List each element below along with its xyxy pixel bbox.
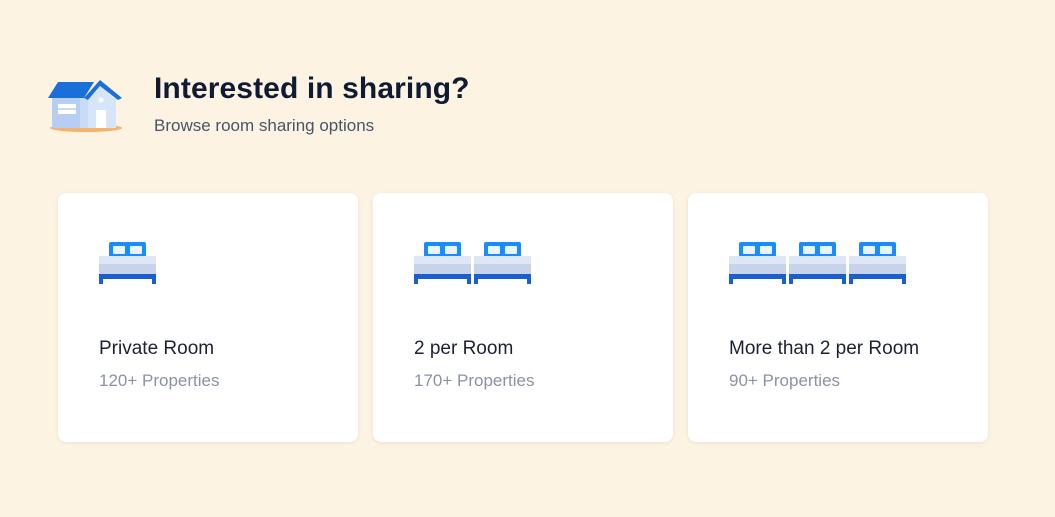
bed-icons xyxy=(414,242,531,284)
option-title: More than 2 per Room xyxy=(729,338,920,359)
house-icon xyxy=(48,80,122,132)
option-property-count: 170+ Properties xyxy=(414,371,535,390)
bed-icon xyxy=(474,242,531,284)
sharing-options: Private Room 120+ Properties 2 per Room … xyxy=(58,193,988,442)
bed-icons xyxy=(99,242,156,284)
option-property-count: 120+ Properties xyxy=(99,371,220,390)
section-title: Interested in sharing? xyxy=(154,72,470,105)
option-title: Private Room xyxy=(99,338,215,359)
option-card-private-room[interactable]: Private Room 120+ Properties xyxy=(58,193,358,442)
option-card-more-than-2-per-room[interactable]: More than 2 per Room 90+ Properties xyxy=(688,193,988,442)
bed-icon xyxy=(789,242,846,284)
bed-icon xyxy=(729,242,786,284)
option-property-count: 90+ Properties xyxy=(729,371,841,390)
bed-icon xyxy=(849,242,906,284)
bed-icons xyxy=(729,242,906,284)
bed-icon xyxy=(99,242,156,284)
bed-icon xyxy=(414,242,471,284)
section-header: Interested in sharing? Browse room shari… xyxy=(48,72,470,136)
section-subtitle: Browse room sharing options xyxy=(154,116,375,135)
option-card-2-per-room[interactable]: 2 per Room 170+ Properties xyxy=(373,193,673,442)
option-title: 2 per Room xyxy=(414,338,514,359)
